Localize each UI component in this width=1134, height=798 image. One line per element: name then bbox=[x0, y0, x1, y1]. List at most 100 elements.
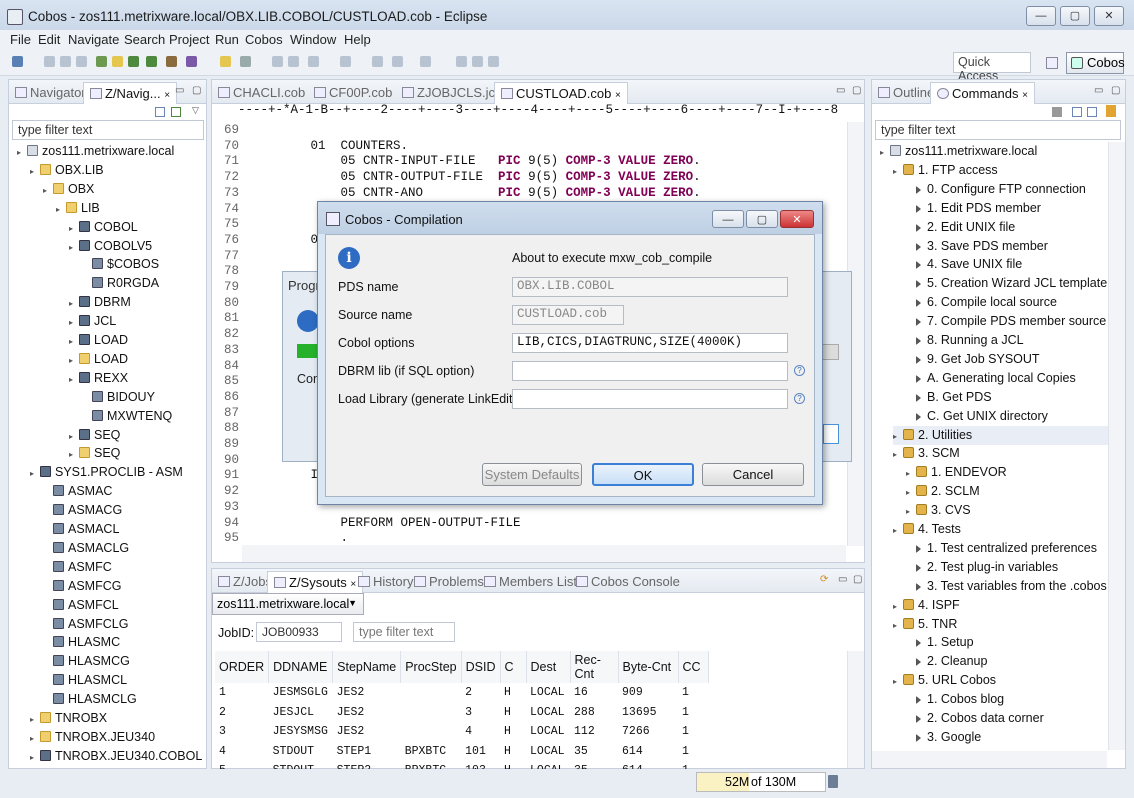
navigator-tree-item[interactable]: ASMAC bbox=[43, 482, 112, 501]
expand-arrow-icon[interactable]: ▸ bbox=[69, 371, 79, 389]
collapse-all-icon[interactable] bbox=[1087, 107, 1097, 117]
command-tree-item[interactable]: ▸ 4. ISPF bbox=[893, 596, 1112, 615]
cancel-button[interactable]: Cancel bbox=[702, 463, 804, 486]
back-icon[interactable] bbox=[392, 56, 403, 67]
expand-arrow-icon[interactable]: ▸ bbox=[69, 220, 79, 238]
garbage-collect-icon[interactable] bbox=[828, 775, 838, 788]
debug-icon[interactable] bbox=[166, 56, 177, 67]
navigator-tree-item[interactable]: HLASMC bbox=[43, 633, 120, 652]
commands-vertical-scrollbar[interactable] bbox=[1108, 142, 1125, 750]
navigator-tree-item[interactable]: HLASMCLG bbox=[43, 690, 137, 709]
command-tree-item[interactable]: 3. Test variables from the .cobos bbox=[906, 577, 1112, 596]
pin-icon[interactable] bbox=[456, 56, 467, 67]
heap-status[interactable]: 52M of 130M bbox=[696, 772, 826, 792]
tool-icon[interactable] bbox=[472, 56, 483, 67]
editor-horizontal-scrollbar[interactable] bbox=[242, 545, 846, 562]
view-menu-icon[interactable]: ▽ bbox=[192, 105, 199, 116]
tab-zsysouts[interactable]: Z/Sysouts × bbox=[267, 571, 364, 593]
maximize-view-icon[interactable]: ▢ bbox=[1111, 85, 1120, 96]
expand-arrow-icon[interactable]: ▸ bbox=[30, 730, 40, 748]
expand-arrow-icon[interactable]: ▸ bbox=[69, 295, 79, 313]
navigator-tree-item[interactable]: ▸ TNROBX.JEU340 bbox=[30, 728, 155, 747]
commands-filter-input[interactable]: type filter text bbox=[875, 120, 1121, 140]
tab-commands[interactable]: Commands × bbox=[930, 82, 1035, 104]
command-tree-item[interactable]: 1. Cobos blog bbox=[906, 690, 1112, 709]
command-tree-item[interactable]: 2. Cobos data corner bbox=[906, 709, 1112, 728]
command-tree-item[interactable]: ▸ zos111.metrixware.local bbox=[880, 142, 1112, 161]
menu-navigate[interactable]: Navigate bbox=[68, 32, 119, 47]
navigator-tree-item[interactable]: ▸ LIB bbox=[56, 199, 100, 218]
navigator-tree-item[interactable]: HLASMCL bbox=[43, 671, 127, 690]
search-tool-icon[interactable] bbox=[186, 56, 197, 67]
navigator-tree-item[interactable]: ASMFCL bbox=[43, 596, 119, 615]
close-icon[interactable]: × bbox=[1022, 90, 1028, 101]
expand-arrow-icon[interactable]: ▸ bbox=[893, 428, 903, 445]
tab-custload[interactable]: CUSTLOAD.cob × bbox=[494, 82, 628, 104]
menu-search[interactable]: Search bbox=[124, 32, 165, 47]
collapse-all-icon[interactable] bbox=[155, 107, 165, 117]
expand-arrow-icon[interactable]: ▸ bbox=[893, 446, 903, 463]
navigator-tree-item[interactable]: ▸ DBRM bbox=[69, 293, 131, 312]
close-window-button[interactable]: ✕ bbox=[1094, 6, 1124, 26]
navigator-tree-item[interactable]: ▸ COBOLV5 bbox=[69, 237, 152, 256]
navigator-tree-item[interactable]: MXWTENQ bbox=[82, 407, 172, 426]
minimize-button[interactable]: — bbox=[1026, 6, 1056, 26]
menu-window[interactable]: Window bbox=[290, 32, 336, 47]
navigator-tree-item[interactable]: ▸ TNROBX.JEU340.COBOL bbox=[30, 747, 202, 766]
command-tree-item[interactable]: 0. Configure FTP connection bbox=[906, 180, 1112, 199]
minimize-view-icon[interactable]: ▭ bbox=[836, 85, 845, 96]
command-tree-item[interactable]: 3. Save PDS member bbox=[906, 237, 1112, 256]
navigator-tree-item[interactable]: BIDOUY bbox=[82, 388, 155, 407]
navigator-tree-item[interactable]: R0RGDA bbox=[82, 274, 159, 293]
expand-arrow-icon[interactable]: ▸ bbox=[906, 465, 916, 482]
dialog-maximize-button[interactable]: ▢ bbox=[746, 210, 778, 228]
navigator-tree-item[interactable]: ▸ SEQ bbox=[69, 426, 120, 445]
expand-arrow-icon[interactable]: ▸ bbox=[880, 144, 890, 161]
menu-help[interactable]: Help bbox=[344, 32, 371, 47]
command-tree-item[interactable]: C. Get UNIX directory bbox=[906, 407, 1112, 426]
menu-project[interactable]: Project bbox=[169, 32, 209, 47]
column-header[interactable]: Byte-Cnt bbox=[618, 651, 679, 683]
system-defaults-button[interactable]: System Defaults bbox=[482, 463, 582, 486]
close-icon[interactable]: × bbox=[615, 90, 621, 101]
navigator-tree-item[interactable]: ▸ LOAD bbox=[69, 350, 128, 369]
column-header[interactable]: ORDER bbox=[215, 651, 270, 683]
column-header[interactable]: StepName bbox=[332, 651, 402, 683]
navigator-tree-item[interactable]: ASMFCG bbox=[43, 577, 121, 596]
expand-arrow-icon[interactable]: ▸ bbox=[69, 239, 79, 257]
expand-arrow-icon[interactable]: ▸ bbox=[30, 163, 40, 181]
expand-arrow-icon[interactable]: ▸ bbox=[30, 711, 40, 729]
command-tree-item[interactable]: 1. Test centralized preferences bbox=[906, 539, 1112, 558]
save-all-icon[interactable] bbox=[60, 56, 71, 67]
jobid-field[interactable]: JOB00933 bbox=[256, 622, 342, 642]
menu-run[interactable]: Run bbox=[215, 32, 239, 47]
maximize-button[interactable]: ▢ bbox=[1060, 6, 1090, 26]
open-type-icon[interactable] bbox=[220, 56, 231, 67]
command-tree-item[interactable]: ▸ 1. FTP access bbox=[893, 161, 1112, 180]
navigator-tree-item[interactable]: $COBOS bbox=[82, 255, 159, 274]
command-tree-item[interactable]: 1. Setup bbox=[906, 633, 1112, 652]
expand-arrow-icon[interactable]: ▸ bbox=[56, 201, 66, 219]
command-tree-item[interactable]: 5. Creation Wizard JCL template f bbox=[906, 274, 1112, 293]
dbrm-lib-field[interactable] bbox=[512, 361, 788, 381]
refresh-icon[interactable]: ⟳ bbox=[820, 574, 828, 585]
command-tree-item[interactable]: 7. Compile PDS member source bbox=[906, 312, 1112, 331]
expand-arrow-icon[interactable]: ▸ bbox=[893, 598, 903, 615]
table-row[interactable]: 1 JESMSGLG JES2 2 H LOCAL 16 909 1 bbox=[215, 683, 708, 703]
help-icon[interactable]: ? bbox=[794, 365, 805, 376]
new-icon[interactable] bbox=[12, 56, 23, 67]
column-header[interactable]: ProcStep bbox=[400, 651, 462, 683]
maximize-view-icon[interactable]: ▢ bbox=[192, 85, 201, 96]
save-icon[interactable] bbox=[44, 56, 55, 67]
expand-arrow-icon[interactable]: ▸ bbox=[43, 182, 53, 200]
open-perspective-icon[interactable] bbox=[1046, 57, 1058, 69]
navigator-tree-item[interactable]: ▸ OBX.LIB bbox=[30, 161, 104, 180]
expand-arrow-icon[interactable]: ▸ bbox=[17, 144, 27, 162]
perspective-cobos-button[interactable]: Cobos bbox=[1066, 52, 1125, 74]
command-tree-item[interactable]: 2. Test plug-in variables bbox=[906, 558, 1112, 577]
menu-file[interactable]: File bbox=[10, 32, 31, 47]
close-icon[interactable]: × bbox=[164, 90, 170, 101]
command-tree-item[interactable]: 4. Save UNIX file bbox=[906, 255, 1112, 274]
column-header[interactable]: Dest bbox=[526, 651, 571, 683]
mark-icon[interactable] bbox=[288, 56, 299, 67]
